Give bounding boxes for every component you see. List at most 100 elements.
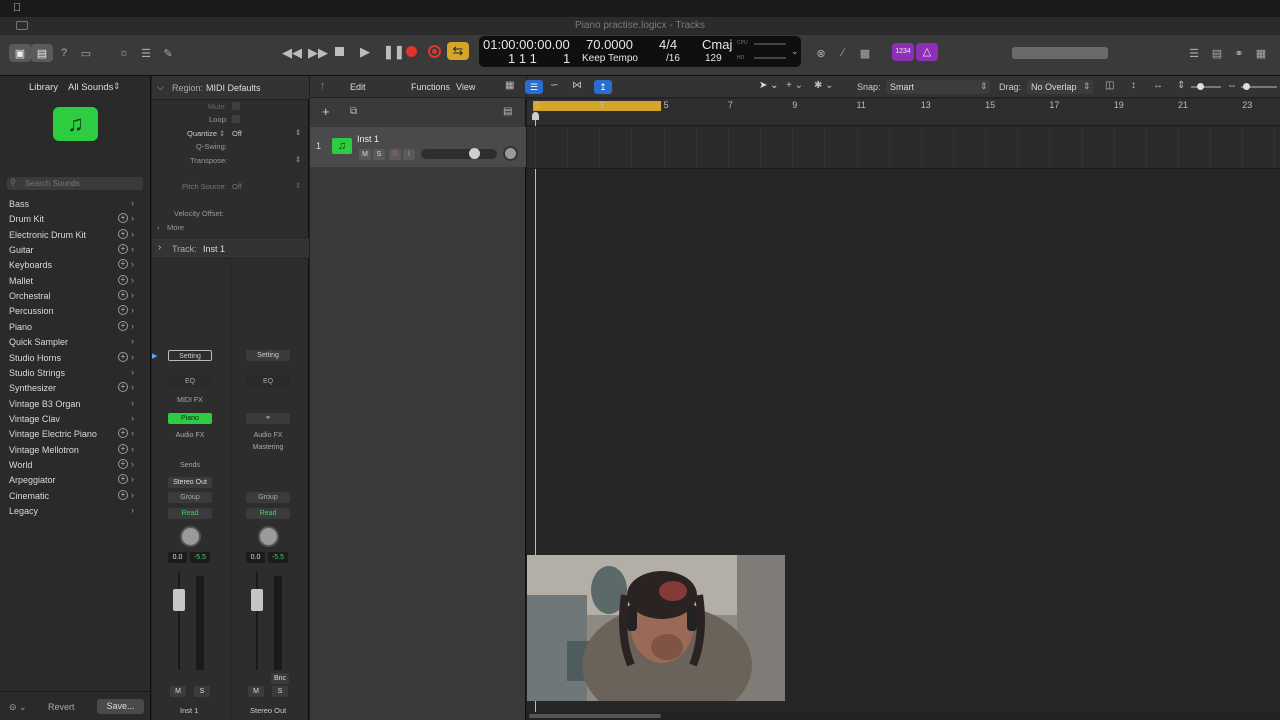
ch2-mute-button[interactable]: M — [248, 686, 264, 697]
playhead-handle[interactable] — [532, 112, 539, 120]
horizontal-scrollbar[interactable] — [527, 712, 1280, 720]
ch1-instrument-slot[interactable]: Piano — [168, 413, 212, 424]
track-disclosure-icon[interactable]: › — [158, 242, 161, 253]
ch2-bounce-button[interactable]: Bnc — [271, 673, 289, 684]
track-pan-knob[interactable] — [503, 146, 518, 161]
library-item[interactable]: Drum Kit + › — [0, 213, 151, 228]
transpose-dropdown-icon[interactable]: ⇕ — [295, 155, 301, 164]
track-header[interactable]: › Track: Inst 1 — [152, 237, 309, 259]
list-editors-icon[interactable]: ☰ — [1183, 44, 1205, 62]
track-input-button[interactable]: I — [403, 149, 415, 160]
ch1-group-button[interactable]: Group — [168, 492, 212, 503]
flex-icon[interactable]: ⋈ — [572, 80, 582, 91]
horizontal-zoom-fit-icon[interactable]: ↔ — [1153, 80, 1163, 91]
library-item[interactable]: Percussion + › — [0, 305, 151, 320]
add-icon[interactable]: + — [118, 443, 128, 454]
library-item[interactable]: Mallet + › — [0, 274, 151, 290]
ch1-solo-button[interactable]: S — [194, 686, 210, 697]
low-latency-icon[interactable]: ⊗ — [810, 44, 832, 62]
ch1-audio-fx-label[interactable]: Audio FX — [168, 430, 212, 441]
track-options-icon[interactable]: ▤ — [503, 106, 512, 117]
editors-icon[interactable]: ✎ — [157, 44, 179, 62]
quantize-dropdown-icon[interactable]: ⇕ — [295, 128, 301, 137]
library-item[interactable]: World + › — [0, 458, 151, 474]
sidebar-toggle-icon[interactable] — [16, 21, 28, 30]
track-solo-button[interactable]: S — [373, 149, 385, 160]
quantize-stepper-icon[interactable]: ⇕ — [219, 129, 225, 138]
add-icon[interactable]: + — [118, 274, 128, 285]
edit-menu[interactable]: Edit — [350, 82, 366, 92]
add-icon[interactable]: + — [118, 244, 128, 255]
library-item[interactable]: Vintage B3 Organ › — [0, 398, 151, 413]
more-label[interactable]: More — [167, 223, 184, 232]
vertical-zoom-slider[interactable] — [1191, 83, 1221, 90]
autopunch-icon[interactable]: ∕ — [832, 44, 854, 62]
ch2-automation-button[interactable]: Read — [246, 508, 290, 519]
grid-view-icon[interactable]: ▦ — [505, 80, 514, 91]
ch2-link-icon[interactable]: ⚭ — [246, 413, 290, 424]
track-lane[interactable] — [527, 127, 1280, 169]
inspector-toggle-icon[interactable]: ▤ — [31, 44, 53, 62]
revert-button[interactable]: Revert — [48, 702, 75, 712]
vertical-zoom-fit-icon[interactable]: ↕ — [1131, 80, 1136, 91]
loop-browser-icon[interactable]: ⚭ — [1228, 44, 1250, 62]
library-item[interactable]: Cinematic + › — [0, 489, 151, 505]
ch2-audio-fx-label[interactable]: Audio FX — [246, 430, 290, 441]
functions-menu[interactable]: Functions — [411, 82, 450, 92]
add-icon[interactable]: + — [118, 474, 128, 485]
pitch-source-dropdown-icon[interactable]: ⇕ — [295, 181, 301, 190]
replace-record-icon[interactable] — [428, 45, 441, 58]
add-icon[interactable]: + — [118, 428, 128, 439]
add-icon[interactable]: + — [118, 290, 128, 301]
add-icon[interactable]: + — [118, 351, 128, 362]
loop-checkbox[interactable] — [232, 115, 240, 123]
marquee-tool-icon[interactable]: ✱ ⌄ — [814, 80, 834, 91]
metronome-icon[interactable]: △ — [916, 43, 938, 61]
ch1-sends-label[interactable]: Sends — [168, 460, 212, 471]
ch2-group-button[interactable]: Group — [246, 492, 290, 503]
ch1-setting-button[interactable]: Setting — [168, 350, 212, 361]
ch2-mastering-slot[interactable]: Mastering — [246, 442, 290, 453]
duplicate-track-icon[interactable]: ⧉ — [350, 106, 357, 117]
ch1-midi-fx-label[interactable]: MIDI FX — [168, 395, 212, 406]
add-icon[interactable]: + — [118, 305, 128, 316]
horizontal-zoom-icon[interactable]: ⇔ — [1227, 80, 1237, 91]
lcd-display[interactable]: 01:00:00:00.00 1 1 1 1 70.0000 Keep Temp… — [479, 36, 801, 67]
cycle-icon[interactable]: ⇆ — [447, 42, 469, 60]
ch2-setting-button[interactable]: Setting — [246, 350, 290, 361]
view-menu[interactable]: View — [456, 82, 475, 92]
snap-select[interactable]: Smart ⇕ — [886, 80, 990, 94]
track-header-row[interactable]: 1 ♫ Inst 1 M S R I — [310, 127, 526, 167]
stop-icon[interactable] — [335, 47, 344, 56]
waveform-zoom-icon[interactable]: ◫ — [1105, 80, 1114, 91]
library-item[interactable]: Studio Horns + › — [0, 351, 151, 367]
pause-icon[interactable]: ❚❚ — [383, 44, 405, 60]
cycle-region[interactable] — [533, 101, 661, 111]
notepad-icon[interactable]: ▤ — [1206, 44, 1228, 62]
pitch-source-value[interactable]: Off — [232, 182, 242, 191]
save-button[interactable]: Save... — [97, 699, 144, 714]
add-icon[interactable]: + — [118, 489, 128, 500]
vertical-zoom-icon[interactable]: ⇕ — [1177, 80, 1185, 91]
automation-icon[interactable]: ∽ — [550, 80, 558, 91]
smart-controls-icon[interactable]: ☼ — [113, 44, 135, 62]
track-volume-thumb[interactable] — [469, 148, 480, 159]
master-volume-slider[interactable] — [1012, 47, 1108, 59]
library-item[interactable]: Electronic Drum Kit + › — [0, 228, 151, 244]
scroll-thumb[interactable] — [529, 714, 661, 718]
ch2-fader[interactable] — [251, 589, 263, 611]
filter-chevron-icon[interactable]: ⇕ — [113, 81, 121, 92]
ch1-eq-button[interactable]: EQ — [168, 376, 212, 387]
library-item[interactable]: Synthesizer + › — [0, 382, 151, 397]
ch1-fader[interactable] — [173, 589, 185, 611]
library-item[interactable]: Studio Strings › — [0, 367, 151, 382]
library-item[interactable]: Legacy › — [0, 505, 151, 520]
add-icon[interactable]: + — [118, 320, 128, 331]
library-filter[interactable]: All Sounds — [68, 82, 113, 93]
count-in-icon[interactable]: 1234 — [892, 43, 914, 61]
bar-ruler[interactable]: 1 3 5 7 9 11 13 15 17 19 21 23 — [527, 99, 1280, 126]
library-item[interactable]: Vintage Mellotron + › — [0, 443, 151, 459]
pointer-tool-icon[interactable]: ➤ ⌄ — [759, 80, 779, 91]
pencil-tool-icon[interactable]: + ⌄ — [786, 80, 803, 91]
list-view-icon[interactable]: ☰ — [525, 80, 543, 94]
